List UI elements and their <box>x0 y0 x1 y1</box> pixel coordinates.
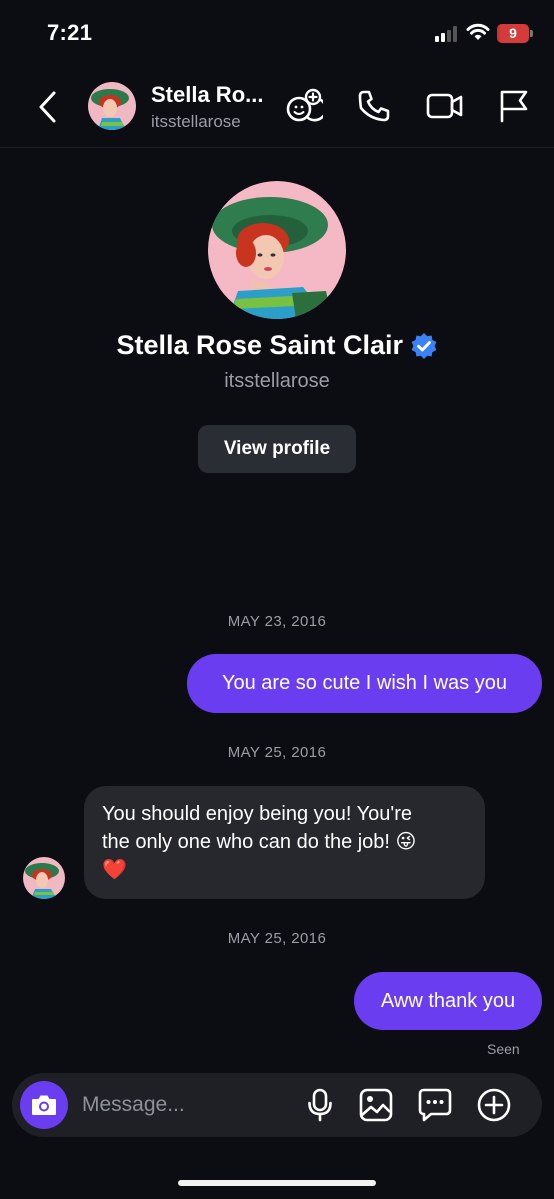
incoming-message[interactable]: You should enjoy being you! You're the o… <box>84 786 485 899</box>
battery-level: 9 <box>509 25 517 41</box>
add-friends-icon <box>286 88 323 122</box>
more-options-button[interactable] <box>474 1085 514 1125</box>
microphone-icon <box>308 1088 332 1122</box>
header-avatar[interactable] <box>88 82 136 130</box>
camera-button[interactable] <box>20 1081 68 1129</box>
video-call-button[interactable] <box>425 86 465 126</box>
flag-icon <box>500 90 528 123</box>
back-chevron-icon <box>39 91 56 123</box>
message-input[interactable] <box>82 1087 292 1123</box>
sender-avatar[interactable] <box>23 857 65 899</box>
cellular-signal-icon <box>435 26 461 42</box>
date-separator: MAY 23, 2016 <box>227 613 327 630</box>
message-line: You should enjoy being you! You're <box>102 803 413 825</box>
message-line: ❤️ <box>102 859 127 881</box>
gallery-button[interactable] <box>356 1085 396 1125</box>
video-icon <box>426 93 463 119</box>
battery-nub <box>530 30 533 37</box>
report-button[interactable] <box>494 86 534 126</box>
status-bar: 7:21 9 <box>0 0 554 66</box>
profile-avatar[interactable] <box>208 181 346 319</box>
phone-icon <box>358 90 390 122</box>
outgoing-message[interactable]: You are so cute I wish I was you <box>187 654 542 713</box>
camera-icon <box>32 1095 56 1115</box>
plus-circle-icon <box>477 1088 511 1122</box>
seen-status: Seen <box>487 1041 520 1057</box>
image-icon <box>359 1088 393 1122</box>
battery-icon: 9 <box>497 24 529 43</box>
message-composer <box>12 1073 542 1137</box>
date-separator: MAY 25, 2016 <box>227 744 327 761</box>
header-contact-handle: itsstellarose <box>151 112 241 131</box>
wifi-icon <box>466 22 490 47</box>
date-separator: MAY 25, 2016 <box>227 930 327 947</box>
header-contact-name[interactable]: Stella Ro... <box>151 82 263 108</box>
profile-name: Stella Rose Saint Clair <box>116 330 404 360</box>
home-indicator <box>178 1180 376 1186</box>
voice-message-button[interactable] <box>300 1085 340 1125</box>
status-time: 7:21 <box>47 20 93 45</box>
chat-header: Stella Ro... itsstellarose <box>0 66 554 148</box>
sticker-message-icon <box>418 1088 452 1122</box>
add-friends-button[interactable] <box>284 86 324 126</box>
message-line: the only one who can do the job! 😜 <box>102 831 417 853</box>
outgoing-message[interactable]: Aww thank you <box>354 972 542 1030</box>
call-button[interactable] <box>354 86 394 126</box>
back-button[interactable] <box>30 86 64 128</box>
view-profile-button[interactable]: View profile <box>198 425 356 473</box>
profile-handle: itsstellarose <box>224 370 330 392</box>
verified-badge-icon <box>411 332 436 359</box>
profile-name-row: Stella Rose Saint Clair <box>0 330 554 361</box>
sticker-button[interactable] <box>415 1085 455 1125</box>
